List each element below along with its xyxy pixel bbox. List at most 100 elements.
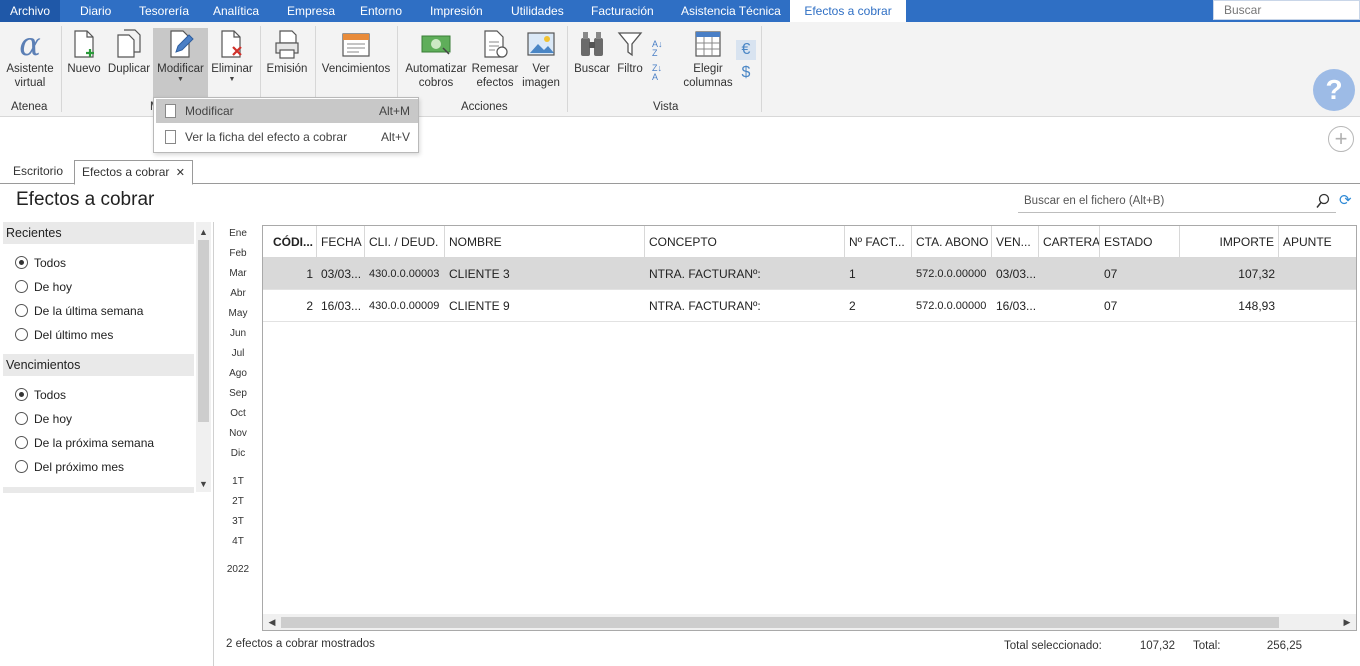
menu-archivo[interactable]: Archivo — [0, 0, 61, 22]
remesar-efectos-button[interactable]: Remesar efectos — [471, 28, 519, 90]
scroll-up-icon[interactable]: ▲ — [196, 224, 211, 240]
dropdown-item-modificar[interactable]: Modificar Alt+M — [156, 99, 418, 123]
group-label-acciones: Acciones — [461, 101, 508, 113]
period-month[interactable]: May — [223, 308, 253, 319]
filtro-button[interactable]: Filtro — [613, 28, 647, 76]
column-header-nombre[interactable]: NOMBRE — [445, 226, 645, 258]
emision-label: Emisión — [266, 63, 308, 75]
radio-label: Del último mes — [34, 328, 114, 342]
period-quarter[interactable]: 4T — [223, 536, 253, 547]
period-month[interactable]: Feb — [223, 248, 253, 259]
buscar-label: Buscar — [574, 63, 610, 75]
menu-facturacion[interactable]: Facturación — [591, 0, 654, 22]
vencimientos-button[interactable]: Vencimientos — [320, 28, 392, 76]
menu-asistencia-tecnica[interactable]: Asistencia Técnica — [681, 0, 781, 22]
period-quarter[interactable]: 2T — [223, 496, 253, 507]
dropdown-item-shortcut: Alt+M — [378, 104, 410, 118]
sort-descending-icon[interactable]: Z↓ A — [652, 64, 670, 82]
buscar-button[interactable]: Buscar — [573, 28, 611, 76]
close-icon[interactable]: ✕ — [176, 167, 185, 179]
menu-empresa[interactable]: Empresa — [287, 0, 335, 22]
column-header-cliente[interactable]: CLI. / DEUD. — [365, 226, 445, 258]
radio-circle — [15, 460, 28, 473]
period-month[interactable]: Mar — [223, 268, 253, 279]
modificar-label: Modificar — [157, 63, 204, 75]
table-horizontal-scrollbar[interactable]: ◀ ▶ — [263, 614, 1356, 630]
radio-circle — [15, 280, 28, 293]
refresh-icon[interactable]: ⟳ — [1339, 193, 1353, 209]
elegir-columnas-button[interactable]: Elegir columnas — [683, 28, 733, 90]
cell-vencimiento: 03/03... — [996, 267, 1037, 281]
period-quarter[interactable]: 1T — [223, 476, 253, 487]
elegir-columnas-label: Elegir columnas — [683, 63, 733, 89]
period-month[interactable]: Sep — [223, 388, 253, 399]
eliminar-button[interactable]: Eliminar ▼ — [210, 28, 254, 84]
period-month[interactable]: Jul — [223, 348, 253, 359]
cell-cliente: 430.0.0.00009 — [369, 300, 440, 312]
asistente-virtual-button[interactable]: α Asistente virtual — [4, 28, 56, 90]
period-month[interactable]: Nov — [223, 428, 253, 439]
binoculars-icon — [577, 28, 607, 60]
column-header-vencimiento[interactable]: VEN... — [992, 226, 1039, 258]
radio-circle — [15, 412, 28, 425]
automatizar-cobros-button[interactable]: Automatizar cobros — [403, 28, 469, 90]
top-search-input[interactable]: Buscar — [1213, 0, 1360, 20]
scroll-right-icon[interactable]: ▶ — [1339, 614, 1355, 630]
column-header-num-factura[interactable]: Nº FACT... — [845, 226, 912, 258]
radio-label: Todos — [34, 256, 67, 270]
menu-efectos-a-cobrar[interactable]: Efectos a cobrar — [790, 0, 906, 22]
add-tab-icon[interactable]: + — [1328, 126, 1354, 152]
dollar-icon[interactable]: $ — [736, 63, 756, 83]
column-header-fecha[interactable]: FECHA — [317, 226, 365, 258]
remesar-efectos-label: Remesar efectos — [471, 63, 519, 89]
dropdown-item-shortcut: Alt+V — [380, 130, 410, 144]
scrollbar-thumb[interactable] — [281, 617, 1279, 628]
period-quarter[interactable]: 3T — [223, 516, 253, 527]
menu-entorno[interactable]: Entorno — [360, 0, 402, 22]
cell-concepto: NTRA. FACTURANº: — [649, 267, 761, 281]
period-month[interactable]: Dic — [223, 448, 253, 459]
period-month[interactable]: Oct — [223, 408, 253, 419]
column-header-estado[interactable]: ESTADO — [1100, 226, 1180, 258]
period-month[interactable]: Abr — [223, 288, 253, 299]
table-row[interactable]: 2 16/03... 430.0.0.00009 CLIENTE 9 NTRA.… — [263, 290, 1356, 322]
scrollbar-thumb[interactable] — [198, 240, 209, 422]
menu-diario[interactable]: Diario — [80, 0, 111, 22]
period-month[interactable]: Jun — [223, 328, 253, 339]
search-icon[interactable] — [1316, 193, 1330, 209]
modificar-button[interactable]: Modificar ▼ — [153, 28, 208, 97]
period-year[interactable]: 2022 — [223, 564, 253, 575]
sort-ascending-icon[interactable]: A↓ Z — [652, 40, 670, 58]
cell-nombre: CLIENTE 3 — [449, 267, 510, 281]
filter-panel-scrollbar[interactable]: ▲ ▼ — [196, 222, 211, 492]
tab-efectos-a-cobrar[interactable]: Efectos a cobrar ✕ — [74, 160, 193, 185]
column-header-importe[interactable]: IMPORTE — [1180, 226, 1279, 258]
column-header-apunte[interactable]: APUNTE — [1279, 226, 1356, 258]
menu-utilidades[interactable]: Utilidades — [511, 0, 564, 22]
dropdown-item-ver-ficha[interactable]: Ver la ficha del efecto a cobrar Alt+V — [156, 125, 418, 149]
period-month[interactable]: Ene — [223, 228, 253, 239]
menu-tesoreria[interactable]: Tesorería — [139, 0, 189, 22]
edit-document-icon — [165, 104, 176, 118]
nuevo-button[interactable]: Nuevo — [66, 28, 102, 76]
column-header-cartera[interactable]: CARTERA — [1039, 226, 1100, 258]
duplicar-button[interactable]: Duplicar — [106, 28, 152, 76]
menu-impresion[interactable]: Impresión — [430, 0, 483, 22]
scroll-left-icon[interactable]: ◀ — [264, 614, 280, 630]
column-header-cta-abono[interactable]: CTA. ABONO — [912, 226, 992, 258]
tab-escritorio[interactable]: Escritorio — [6, 160, 70, 184]
column-header-codigo[interactable]: CÓDI... — [263, 226, 317, 258]
euro-icon[interactable]: € — [736, 40, 756, 60]
ver-imagen-button[interactable]: Ver imagen — [520, 28, 562, 90]
group-separator — [761, 26, 762, 112]
cell-codigo: 2 — [306, 299, 313, 313]
scroll-down-icon[interactable]: ▼ — [196, 476, 211, 492]
menu-analitica[interactable]: Analítica — [213, 0, 259, 22]
emision-button[interactable]: Emisión — [265, 28, 309, 76]
money-icon — [419, 28, 453, 60]
column-header-concepto[interactable]: CONCEPTO — [645, 226, 845, 258]
help-icon[interactable]: ? — [1313, 69, 1355, 111]
file-search-input[interactable]: Buscar en el fichero (Alt+B) — [1018, 190, 1336, 213]
period-month[interactable]: Ago — [223, 368, 253, 379]
table-row[interactable]: 1 03/03... 430.0.0.00003 CLIENTE 3 NTRA.… — [263, 258, 1356, 290]
